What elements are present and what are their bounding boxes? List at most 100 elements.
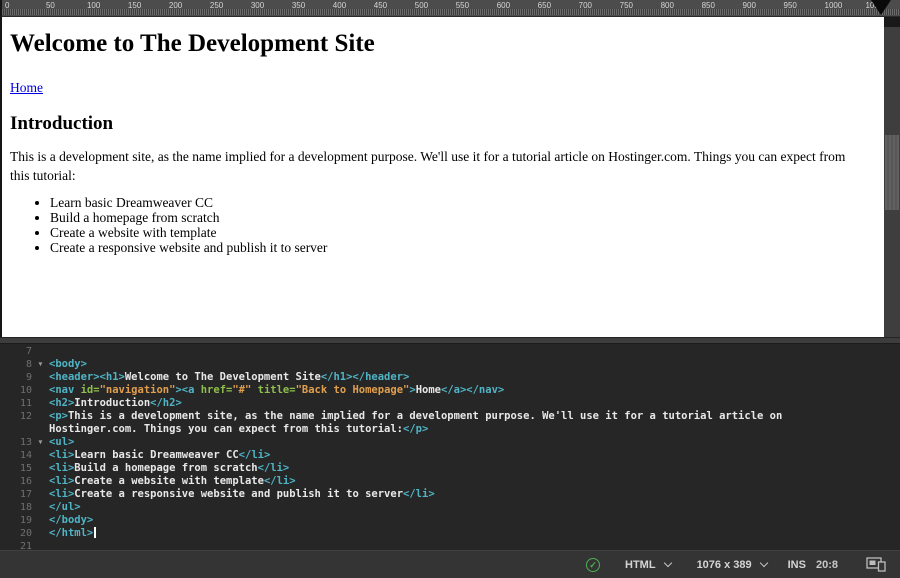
horizontal-ruler: 0501001502002503003504004505005506006507… bbox=[0, 0, 900, 17]
fold-arrow-icon[interactable]: ▼ bbox=[32, 358, 49, 371]
ruler-label: 500 bbox=[415, 1, 428, 10]
line-number: 10 bbox=[0, 384, 32, 397]
line-number: 21 bbox=[0, 540, 32, 550]
fold-gutter bbox=[32, 423, 49, 436]
design-scrollbar[interactable] bbox=[884, 17, 900, 337]
scrollbar-cap bbox=[884, 17, 900, 27]
fold-gutter bbox=[32, 345, 49, 358]
line-number: 14 bbox=[0, 449, 32, 462]
code-line[interactable]: 7 bbox=[0, 345, 900, 358]
validation-ok-icon[interactable]: ✓ bbox=[586, 558, 600, 572]
code-line[interactable]: 17 <li>Create a responsive website and pu… bbox=[0, 488, 900, 501]
code-text: <nav id="navigation"><a href="#" title="… bbox=[49, 384, 504, 397]
code-text: <li>Create a responsive website and publ… bbox=[49, 488, 435, 501]
list-item: Build a homepage from scratch bbox=[50, 210, 874, 225]
code-line[interactable]: 8▼<body> bbox=[0, 358, 900, 371]
line-number: 15 bbox=[0, 462, 32, 475]
home-link[interactable]: Home bbox=[10, 80, 43, 96]
code-line[interactable]: 21 bbox=[0, 540, 900, 550]
split-divider[interactable] bbox=[0, 337, 900, 344]
ruler-label: 200 bbox=[169, 1, 182, 10]
ruler-label: 550 bbox=[456, 1, 469, 10]
ruler-label: 650 bbox=[538, 1, 551, 10]
code-text: <ul> bbox=[49, 436, 74, 449]
code-text: <li>Create a website with template</li> bbox=[49, 475, 296, 488]
code-line[interactable]: Hostinger.com. Things you can expect fro… bbox=[0, 423, 900, 436]
ruler-label: 0 bbox=[5, 1, 9, 10]
fold-arrow-icon[interactable]: ▼ bbox=[32, 436, 49, 449]
fold-gutter bbox=[32, 449, 49, 462]
line-number: 9 bbox=[0, 371, 32, 384]
device-preview-icon[interactable] bbox=[866, 557, 887, 572]
code-line[interactable]: 20 </html> bbox=[0, 527, 900, 540]
page-title: Welcome to The Development Site bbox=[10, 30, 874, 58]
code-text: <p>This is a development site, as the na… bbox=[49, 410, 782, 423]
fold-gutter bbox=[32, 371, 49, 384]
fold-gutter bbox=[32, 462, 49, 475]
code-text: Hostinger.com. Things you can expect fro… bbox=[49, 423, 428, 436]
ruler-label: 750 bbox=[620, 1, 633, 10]
code-line[interactable]: 16 <li>Create a website with template</li… bbox=[0, 475, 900, 488]
ruler-label: 1000 bbox=[825, 1, 843, 10]
window-size-label: 1076 x 389 bbox=[697, 559, 752, 571]
fold-gutter bbox=[32, 397, 49, 410]
fold-gutter bbox=[32, 475, 49, 488]
code-line[interactable]: 13▼<ul> bbox=[0, 436, 900, 449]
code-text: </html> bbox=[49, 527, 96, 540]
fold-gutter bbox=[32, 410, 49, 423]
section-heading: Introduction bbox=[10, 113, 874, 135]
ruler-label: 350 bbox=[292, 1, 305, 10]
line-number: 19 bbox=[0, 514, 32, 527]
chevron-down-icon bbox=[759, 558, 767, 566]
doc-type-dropdown[interactable]: HTML bbox=[620, 556, 676, 574]
status-bar: ✓ HTML 1076 x 389 INS 20:8 bbox=[0, 550, 900, 578]
ruler-label: 300 bbox=[251, 1, 264, 10]
line-number: 16 bbox=[0, 475, 32, 488]
list-item: Create a website with template bbox=[50, 225, 874, 240]
scrollbar-thumb[interactable] bbox=[885, 135, 899, 210]
ruler-label: 800 bbox=[661, 1, 674, 10]
design-view[interactable]: Welcome to The Development Site Home Int… bbox=[0, 17, 884, 337]
ruler-label: 700 bbox=[579, 1, 592, 10]
code-line[interactable]: 9 <header><h1>Welcome to The Development … bbox=[0, 371, 900, 384]
code-line[interactable]: 12 <p>This is a development site, as the … bbox=[0, 410, 900, 423]
window-size-dropdown[interactable]: 1076 x 389 bbox=[692, 556, 772, 574]
fold-gutter bbox=[32, 488, 49, 501]
ruler-label: 600 bbox=[497, 1, 510, 10]
ruler-label: 400 bbox=[333, 1, 346, 10]
ruler-marker-icon[interactable] bbox=[871, 0, 891, 15]
code-text: <body> bbox=[49, 358, 87, 371]
line-number: 11 bbox=[0, 397, 32, 410]
code-lines: 78▼<body>9<header><h1>Welcome to The Dev… bbox=[0, 345, 900, 550]
code-line[interactable]: 19</body> bbox=[0, 514, 900, 527]
ruler-label: 50 bbox=[46, 1, 55, 10]
line-number: 12 bbox=[0, 410, 32, 423]
line-number: 17 bbox=[0, 488, 32, 501]
line-number: 18 bbox=[0, 501, 32, 514]
code-editor[interactable]: 78▼<body>9<header><h1>Welcome to The Dev… bbox=[0, 344, 900, 550]
insert-mode-indicator: INS bbox=[788, 559, 806, 571]
code-text: </ul> bbox=[49, 501, 81, 514]
fold-gutter bbox=[32, 514, 49, 527]
line-number: 7 bbox=[0, 345, 32, 358]
fold-gutter bbox=[32, 540, 49, 550]
code-line[interactable]: 18 </ul> bbox=[0, 501, 900, 514]
text-cursor bbox=[94, 527, 96, 538]
code-line[interactable]: 15<li>Build a homepage from scratch</li> bbox=[0, 462, 900, 475]
feature-list: Learn basic Dreamweaver CCBuild a homepa… bbox=[10, 195, 874, 255]
doc-type-label: HTML bbox=[625, 559, 656, 571]
ruler-label: 250 bbox=[210, 1, 223, 10]
code-line[interactable]: 10 <nav id="navigation"><a href="#" title… bbox=[0, 384, 900, 397]
line-number: 8 bbox=[0, 358, 32, 371]
ruler-label: 900 bbox=[743, 1, 756, 10]
ruler-label: 950 bbox=[784, 1, 797, 10]
code-line[interactable]: 14 <li>Learn basic Dreamweaver CC</li> bbox=[0, 449, 900, 462]
code-text: <li>Learn basic Dreamweaver CC</li> bbox=[49, 449, 270, 462]
code-line[interactable]: 11<h2>Introduction</h2> bbox=[0, 397, 900, 410]
line-number bbox=[0, 423, 32, 436]
fold-gutter bbox=[32, 384, 49, 397]
line-number: 20 bbox=[0, 527, 32, 540]
ruler-label: 850 bbox=[702, 1, 715, 10]
fold-gutter bbox=[32, 527, 49, 540]
code-text: <header><h1>Welcome to The Development S… bbox=[49, 371, 409, 384]
